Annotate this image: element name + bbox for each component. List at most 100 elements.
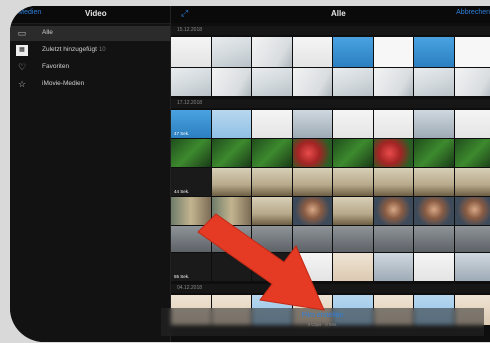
page-title: Alle (331, 9, 346, 18)
clip-thumbnail[interactable] (292, 68, 332, 96)
clip-thumbnail[interactable] (454, 37, 490, 67)
clip-thumbnail[interactable] (454, 139, 490, 167)
clip-thumbnail[interactable] (252, 68, 292, 96)
clip-thumbnail[interactable] (454, 110, 490, 138)
clip-thumbnail[interactable] (292, 139, 332, 167)
clip-row: 55 Sek. (171, 253, 490, 281)
sidebar-header: ‹ Medien Video (10, 6, 170, 24)
main-header: ⤢ Alle Abbrechen (171, 6, 490, 23)
clip-thumbnail[interactable] (211, 226, 251, 252)
clip-thumbnail[interactable] (211, 139, 251, 167)
clip-thumbnail[interactable]: 55 Sek. (171, 253, 211, 281)
clip-thumbnail[interactable] (414, 139, 454, 167)
create-movie-subtitle: 3 Clips · 0 Min. (307, 322, 338, 327)
sidebar-title: Video (85, 9, 107, 18)
clip-duration: 44 Sek. (174, 189, 190, 194)
clip-thumbnail[interactable] (373, 168, 413, 196)
sidebar: ‹ Medien Video ▭ Alle ▦ Zuletzt hinzugef… (10, 6, 171, 342)
clip-row (171, 139, 490, 167)
clip-thumbnail[interactable] (414, 226, 454, 252)
clip-thumbnail[interactable] (333, 37, 373, 67)
clip-row (171, 68, 490, 96)
clip-thumbnail[interactable] (252, 226, 292, 252)
clip-thumbnail[interactable] (252, 197, 292, 225)
clip-thumbnail[interactable] (333, 253, 373, 281)
clip-thumbnail[interactable] (414, 110, 454, 138)
clip-thumbnail[interactable] (211, 110, 251, 138)
clip-thumbnail[interactable] (414, 37, 454, 67)
clip-thumbnail[interactable] (454, 226, 490, 252)
cancel-button[interactable]: Abbrechen (456, 9, 490, 16)
clip-thumbnail[interactable] (454, 68, 490, 96)
clip-thumbnail[interactable] (171, 68, 211, 96)
clip-thumbnail[interactable] (373, 197, 413, 225)
clip-thumbnail[interactable] (373, 110, 413, 138)
clip-thumbnail[interactable] (292, 110, 332, 138)
clip-thumbnail[interactable] (333, 226, 373, 252)
clip-thumbnail[interactable] (373, 253, 413, 281)
clip-thumbnail[interactable] (333, 110, 373, 138)
clip-row (171, 197, 490, 225)
clip-thumbnail[interactable] (211, 197, 251, 225)
star-icon: ☆ (17, 79, 27, 89)
heart-icon: ♡ (17, 62, 27, 72)
clip-thumbnail[interactable] (211, 168, 251, 196)
clip-thumbnail[interactable] (454, 168, 490, 196)
clip-thumbnail[interactable] (252, 37, 292, 67)
clip-thumbnail[interactable] (171, 197, 211, 225)
film-icon: ▭ (17, 28, 27, 38)
clip-thumbnail[interactable] (292, 253, 332, 281)
clip-thumbnail[interactable] (252, 168, 292, 196)
clip-duration: 55 Sek. (174, 274, 190, 279)
clip-thumbnail[interactable] (414, 68, 454, 96)
recently-added-icon: ▦ (16, 45, 28, 56)
sidebar-item-favoriten[interactable]: ♡ Favoriten (10, 60, 170, 75)
media-grid: ⤢ Alle Abbrechen 15.12.2018 17.12.2018 4… (171, 6, 490, 342)
clip-thumbnail[interactable] (292, 197, 332, 225)
clip-thumbnail[interactable] (333, 168, 373, 196)
clip-thumbnail[interactable] (292, 226, 332, 252)
clip-duration: 47 Sek. (174, 131, 190, 136)
sidebar-item-imovie[interactable]: ☆ iMovie-Medien (10, 77, 170, 92)
section-date: 04.12.2018 (171, 284, 490, 293)
clip-thumbnail[interactable] (373, 68, 413, 96)
section-date: 17.12.2018 (171, 99, 490, 108)
clip-thumbnail[interactable] (292, 168, 332, 196)
sidebar-item-label: Zuletzt hinzugefügt 10 (42, 46, 106, 53)
clip-thumbnail[interactable] (252, 110, 292, 138)
clip-thumbnail[interactable] (211, 68, 251, 96)
back-button[interactable]: ‹ Medien (14, 9, 41, 16)
sidebar-item-label: Favoriten (42, 63, 70, 70)
clip-thumbnail[interactable] (454, 253, 490, 281)
clip-thumbnail[interactable] (333, 139, 373, 167)
ipad-screen: ‹ Medien Video ▭ Alle ▦ Zuletzt hinzugef… (10, 6, 490, 342)
clip-thumbnail[interactable] (171, 139, 211, 167)
clip-thumbnail[interactable] (373, 226, 413, 252)
section-date: 15.12.2018 (171, 26, 490, 35)
clip-thumbnail[interactable] (211, 37, 251, 67)
sidebar-item-alle[interactable]: ▭ Alle (10, 26, 170, 41)
expand-icon[interactable]: ⤢ (181, 8, 188, 19)
back-label: Medien (18, 9, 42, 16)
clip-row: 44 Sek. (171, 168, 490, 196)
recent-label: Zuletzt hinzugefügt (42, 46, 97, 53)
clip-thumbnail[interactable] (373, 139, 413, 167)
clip-thumbnail[interactable] (292, 37, 332, 67)
sidebar-item-recent[interactable]: ▦ Zuletzt hinzugefügt 10 (10, 43, 170, 58)
clip-thumbnail[interactable] (333, 68, 373, 96)
clip-thumbnail[interactable] (252, 253, 292, 281)
clip-thumbnail[interactable] (373, 37, 413, 67)
clip-thumbnail[interactable]: 44 Sek. (171, 168, 211, 196)
create-movie-button[interactable]: Film erstellen (161, 312, 484, 319)
clip-thumbnail[interactable] (211, 253, 251, 281)
clip-thumbnail[interactable] (414, 197, 454, 225)
clip-thumbnail[interactable] (171, 226, 211, 252)
clip-thumbnail[interactable] (414, 168, 454, 196)
clip-thumbnail[interactable] (252, 139, 292, 167)
clip-thumbnail[interactable] (454, 197, 490, 225)
clip-thumbnail[interactable] (414, 253, 454, 281)
clip-thumbnail[interactable] (333, 197, 373, 225)
create-movie-bar: Film erstellen 3 Clips · 0 Min. (161, 308, 484, 336)
clip-thumbnail[interactable]: 47 Sek. (171, 110, 211, 138)
clip-thumbnail[interactable] (171, 37, 211, 67)
